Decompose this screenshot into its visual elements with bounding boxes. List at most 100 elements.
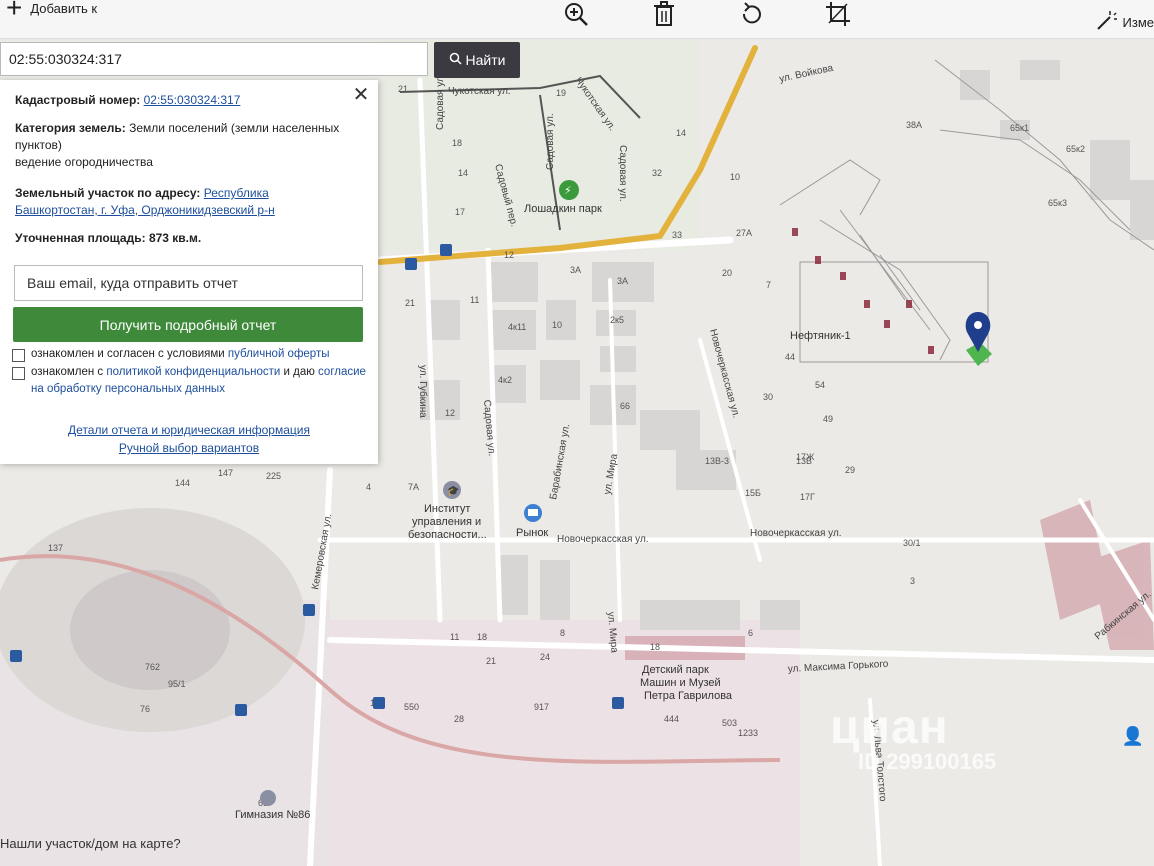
svg-text:65к2: 65к2 — [1066, 144, 1085, 154]
user-icon[interactable]: 👤 — [1122, 726, 1144, 747]
poi-market-label: Рынок — [516, 527, 548, 539]
add-button-label: Добавить к — [30, 0, 98, 16]
svg-text:17: 17 — [455, 207, 465, 217]
svg-text:444: 444 — [664, 714, 679, 724]
svg-text:11: 11 — [470, 295, 479, 305]
street-novocherkasskaya-1: Новочеркасская ул. — [557, 534, 649, 545]
svg-text:13В-3: 13В-3 — [705, 456, 729, 466]
svg-text:49: 49 — [823, 414, 833, 424]
svg-text:21: 21 — [398, 84, 408, 94]
svg-text:⚡: ⚡ — [564, 184, 572, 197]
svg-text:66: 66 — [620, 401, 630, 411]
poi-park-label: Лошадкин парк — [524, 203, 602, 215]
svg-text:10: 10 — [552, 320, 562, 330]
svg-text:4к11: 4к11 — [508, 322, 526, 332]
svg-text:14: 14 — [458, 168, 468, 178]
street-gubkina: ул. Губкина — [417, 365, 429, 418]
cadastral-link[interactable]: 02:55:030324:317 — [144, 93, 241, 107]
street-chukotskaya: Чукотская ул. — [448, 86, 511, 97]
market-icon — [524, 504, 542, 522]
svg-text:21: 21 — [486, 656, 496, 666]
svg-text:1233: 1233 — [738, 728, 758, 738]
consent-offer-text: ознакомлен и согласен с условиями публич… — [31, 346, 330, 363]
consent-privacy-label-2: и даю — [283, 366, 315, 378]
svg-text:762: 762 — [145, 662, 160, 672]
consent-offer-checkbox[interactable] — [12, 349, 25, 362]
plus-icon: + — [6, 0, 23, 23]
manual-selection-link[interactable]: Ручной выбор вариантов — [0, 440, 378, 457]
offer-link[interactable]: публичной оферты — [228, 348, 330, 360]
report-details-link[interactable]: Детали отчета и юридическая информация — [0, 422, 378, 439]
svg-text:32: 32 — [652, 168, 662, 178]
svg-text:27А: 27А — [736, 228, 752, 238]
svg-text:12: 12 — [504, 250, 514, 260]
add-button[interactable]: + Добавить к — [6, 0, 98, 23]
poi-kids-park-3: Петра Гаврилова — [644, 690, 733, 702]
svg-text:4: 4 — [366, 482, 371, 492]
street-sadovaya-3: Садовая ул. — [617, 145, 628, 202]
parcel-info-panel: ✕ Кадастровый номер: 02:55:030324:317 Ка… — [0, 80, 378, 464]
category-row: Категория земель: Земли поселений (земли… — [15, 120, 350, 171]
edit-tool[interactable]: Изме — [1095, 10, 1154, 35]
poi-neftyanik: Нефтяник-1 — [790, 330, 851, 342]
area-label: Уточненная площадь: — [15, 231, 146, 245]
svg-text:65к3: 65к3 — [1048, 198, 1067, 208]
svg-text:550: 550 — [404, 702, 419, 712]
svg-text:12: 12 — [445, 408, 455, 418]
svg-text:30/1: 30/1 — [903, 538, 921, 548]
consent-offer-row: ознакомлен и согласен с условиями публич… — [12, 346, 368, 363]
poi-kids-park-2: Машин и Музей — [640, 677, 721, 689]
usage-value: ведение огородничества — [15, 155, 153, 169]
get-report-button[interactable]: Получить подробный отчет — [13, 307, 363, 342]
search-input[interactable] — [0, 42, 428, 76]
poi-institute-1: Институт — [424, 503, 470, 515]
svg-text:76: 76 — [140, 704, 150, 714]
svg-text:95/1: 95/1 — [168, 679, 186, 689]
crop-icon[interactable] — [824, 0, 852, 28]
edit-tool-label: Изме — [1122, 15, 1154, 30]
park-icon: ⚡ — [559, 180, 579, 200]
poi-gymnasium: Гимназия №86 — [235, 809, 310, 821]
street-sadovaya-2: Садовая ул. — [545, 113, 556, 170]
privacy-policy-link[interactable]: политикой конфиденциальности — [106, 366, 280, 378]
search-button-label: Найти — [465, 52, 506, 68]
institute-icon: 🎓 — [443, 481, 461, 499]
cadastral-row: Кадастровый номер: 02:55:030324:317 — [15, 92, 350, 109]
svg-text:225: 225 — [266, 471, 281, 481]
svg-text:65к1: 65к1 — [1010, 123, 1029, 133]
svg-text:17Г: 17Г — [800, 492, 815, 502]
consent-privacy-checkbox[interactable] — [12, 367, 25, 380]
poi-institute-3: безопасности... — [408, 529, 487, 541]
close-icon[interactable]: ✕ — [352, 85, 370, 105]
address-row: Земельный участок по адресу: Республика … — [15, 185, 350, 219]
svg-text:2к5: 2к5 — [610, 315, 624, 325]
zoom-in-icon[interactable] — [562, 0, 590, 28]
email-field[interactable] — [14, 265, 363, 301]
trash-icon[interactable] — [650, 0, 678, 28]
svg-text:144: 144 — [175, 478, 190, 488]
rotate-icon[interactable] — [738, 0, 766, 28]
svg-text:3: 3 — [910, 576, 915, 586]
svg-text:147: 147 — [218, 468, 233, 478]
area-row: Уточненная площадь: 873 кв.м. — [15, 230, 350, 247]
area-value: 873 кв.м. — [148, 231, 202, 245]
bottom-hint[interactable]: Нашли участок/дом на карте? — [0, 836, 181, 851]
svg-text:15Б: 15Б — [745, 488, 761, 498]
poi-institute-2: управления и — [412, 516, 481, 528]
search-icon — [449, 52, 462, 68]
watermark: циан ID 299100165 — [830, 700, 996, 775]
svg-text:33: 33 — [672, 230, 682, 240]
category-label: Категория земель: — [15, 121, 126, 135]
svg-text:3А: 3А — [617, 276, 628, 286]
svg-text:917: 917 — [534, 702, 549, 712]
consent-privacy-label-1: ознакомлен с — [31, 366, 104, 378]
svg-text:38А: 38А — [906, 120, 922, 130]
consent-offer-label: ознакомлен и согласен с условиями — [31, 348, 225, 360]
svg-text:6: 6 — [748, 628, 753, 638]
svg-text:137: 137 — [48, 543, 63, 553]
svg-text:🎓: 🎓 — [447, 485, 459, 497]
svg-text:14: 14 — [676, 128, 686, 138]
top-toolbar: + Добавить к Изме — [0, 0, 1154, 39]
street-sadovaya-1: Садовая ул. — [435, 73, 446, 130]
search-button[interactable]: Найти — [434, 42, 520, 78]
